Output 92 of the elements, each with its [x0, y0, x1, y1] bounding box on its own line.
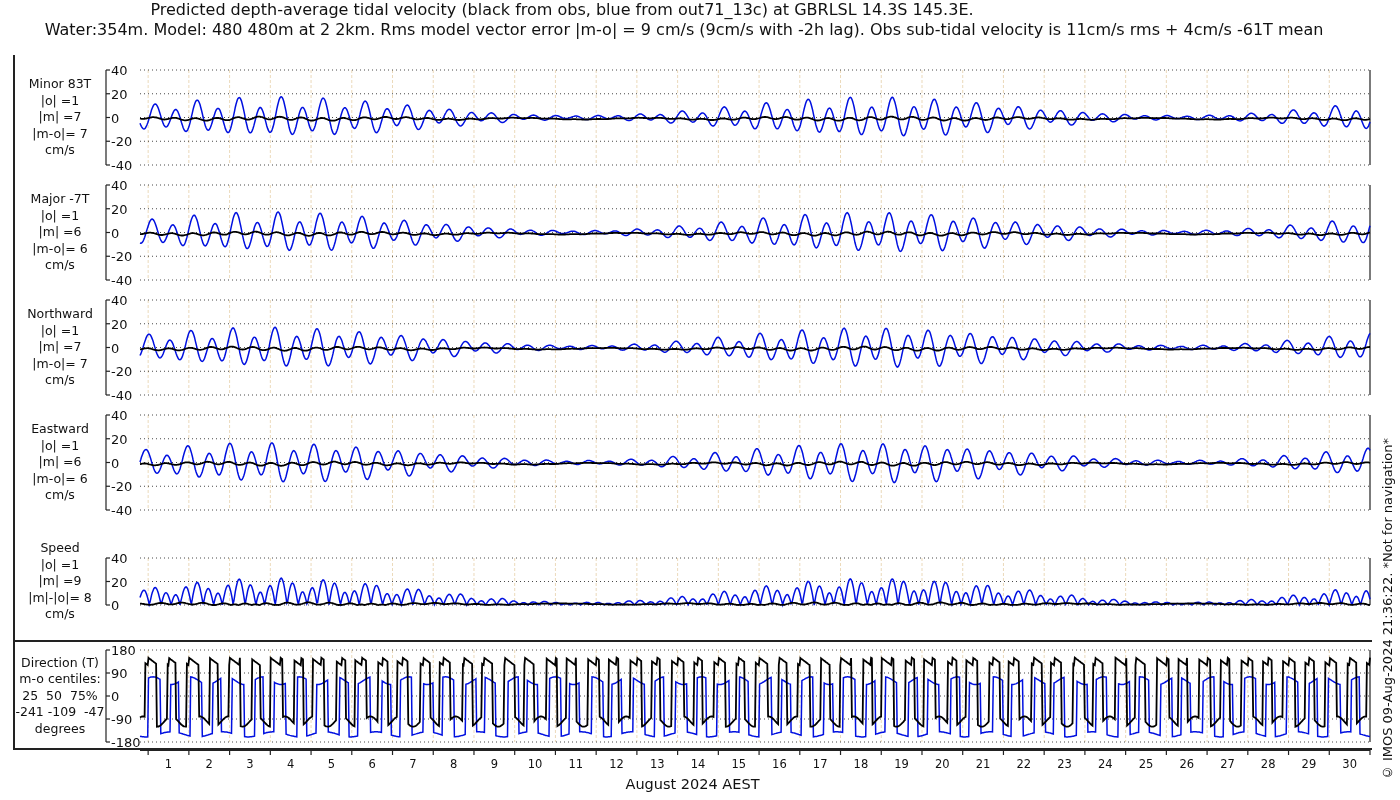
x-tick-label: 17: [812, 757, 828, 771]
y-tick-label: 20: [111, 86, 128, 102]
y-tick-label: -40: [111, 273, 133, 285]
x-tick-label: 22: [1016, 757, 1032, 771]
panel-label-line: |o| =1: [40, 556, 80, 574]
chart-title: Water:354m. Model: 480 480m at 2 2km. Rms model vector error |m-o| = 9 cm/s (9cm/s with -2h lag). Obs sub-tidal velocity is 11cm/s rms + 4cm/s -61T mean: [44, 20, 1324, 40]
y-tick-label: 0: [111, 340, 120, 356]
x-tick-label: 7: [409, 757, 417, 771]
y-tick-label: 40: [111, 178, 128, 193]
y-tick-label: 40: [111, 293, 128, 308]
y-tick-label: 0: [111, 225, 120, 241]
y-tick-label: -20: [111, 249, 133, 265]
x-axis-title: August 2024 AEST: [624, 776, 761, 792]
y-tick-label: 40: [111, 551, 128, 566]
x-tick-label: 15: [731, 757, 747, 771]
x-tick-label: 26: [1179, 757, 1195, 771]
x-tick-label: 28: [1260, 757, 1276, 771]
y-tick-label: -40: [111, 503, 133, 515]
panel-label-line: |m|-|o|= 8: [28, 589, 92, 607]
y-tick-label: 90: [111, 666, 128, 681]
copyright-note: © IMOS 09-Aug-2024 21:36:22. *Not for navigation*: [1380, 437, 1395, 780]
panel-label-line: 25 50 75%: [22, 687, 98, 705]
x-tick-label: 2: [205, 757, 213, 771]
panel-label-line: |m-o|= 6: [32, 470, 88, 488]
y-tick-label: -20: [111, 364, 133, 380]
panel-label-line: Direction (T): [21, 654, 99, 672]
x-tick-label: 6: [368, 757, 376, 771]
panel-label-line: degrees: [34, 720, 86, 738]
x-tick-label: 12: [609, 757, 624, 771]
panel-label-line: cm/s: [45, 142, 75, 159]
y-tick-label: 20: [111, 316, 128, 332]
y-tick-label: -180: [111, 735, 141, 748]
y-tick-label: -20: [111, 479, 133, 495]
panel-label-line: |o| =1: [40, 207, 80, 225]
x-tick-label: 25: [1138, 757, 1154, 771]
x-tick-label: 19: [894, 757, 909, 771]
y-tick-label: 180: [111, 643, 136, 658]
x-tick-label: 23: [1057, 757, 1072, 771]
x-tick-label: 16: [772, 757, 787, 771]
panel-label-line: Major -7T: [30, 191, 90, 208]
x-tick-label: 18: [853, 757, 869, 771]
panel-label-line: |m-o|= 6: [32, 240, 88, 258]
x-tick-label: 11: [568, 757, 584, 771]
panel-label-line: |m| =7: [38, 339, 82, 356]
x-tick-label: 14: [690, 757, 706, 771]
panel-label-line: -241 -109 -47: [15, 704, 105, 721]
panel-label-line: |m| =6: [38, 454, 82, 471]
panel-label-line: cm/s: [45, 257, 75, 274]
panel-label-line: |m| =7: [38, 109, 82, 126]
panel-label-line: Speed: [40, 540, 80, 557]
y-tick-label: 20: [111, 431, 128, 447]
y-tick-label: 0: [111, 455, 120, 471]
y-tick-label: -20: [111, 134, 133, 150]
y-tick-label: 0: [111, 598, 120, 613]
x-tick-label: 4: [287, 757, 295, 771]
y-tick-label: -40: [111, 388, 133, 400]
y-tick-label: 20: [111, 201, 128, 217]
panel-label-line: cm/s: [45, 606, 75, 623]
panel-label-line: |m-o|= 7: [32, 355, 88, 373]
y-tick-label: -90: [111, 712, 133, 727]
x-tick-label: 8: [449, 757, 458, 771]
panel-label-line: Northward: [27, 306, 93, 323]
x-tick-label: 20: [935, 757, 950, 771]
x-tick-label: 3: [246, 757, 254, 771]
y-tick-label: 0: [111, 110, 120, 126]
panel-label-line: Eastward: [31, 421, 89, 438]
x-tick-label: 24: [1097, 757, 1113, 771]
y-tick-label: 40: [111, 408, 128, 423]
panel-label-line: |m-o|= 7: [32, 125, 88, 143]
x-tick-label: 30: [1342, 757, 1357, 771]
x-tick-label: 29: [1301, 757, 1317, 771]
x-tick-label: 5: [327, 757, 336, 771]
y-tick-label: 0: [111, 689, 120, 704]
y-tick-label: 20: [111, 574, 128, 590]
y-tick-label: -40: [111, 158, 133, 170]
panel-label-line: cm/s: [45, 487, 75, 504]
panel-label-line: Minor 83T: [28, 76, 92, 93]
x-tick-label: 9: [490, 757, 498, 771]
x-tick-label: 13: [649, 757, 665, 771]
panel-label-line: |m| =6: [38, 224, 82, 241]
panel-label-line: m-o centiles:: [19, 671, 101, 688]
x-tick-label: 10: [527, 757, 543, 771]
panel-label-line: cm/s: [45, 372, 75, 389]
x-tick-label: 1: [164, 757, 173, 771]
chart-title: Predicted depth-average tidal velocity (black from obs, blue from out71_13c) at GBRLSL 14.3S 145.3E.: [150, 0, 974, 20]
panel-label-line: |o| =1: [40, 437, 80, 455]
panel-label-line: |o| =1: [40, 92, 80, 110]
x-tick-label: 21: [975, 757, 991, 771]
panel-label-line: |o| =1: [40, 322, 80, 340]
x-tick-label: 27: [1220, 757, 1235, 771]
panel-label-line: |m| =9: [38, 573, 82, 590]
y-tick-label: 40: [111, 63, 128, 78]
